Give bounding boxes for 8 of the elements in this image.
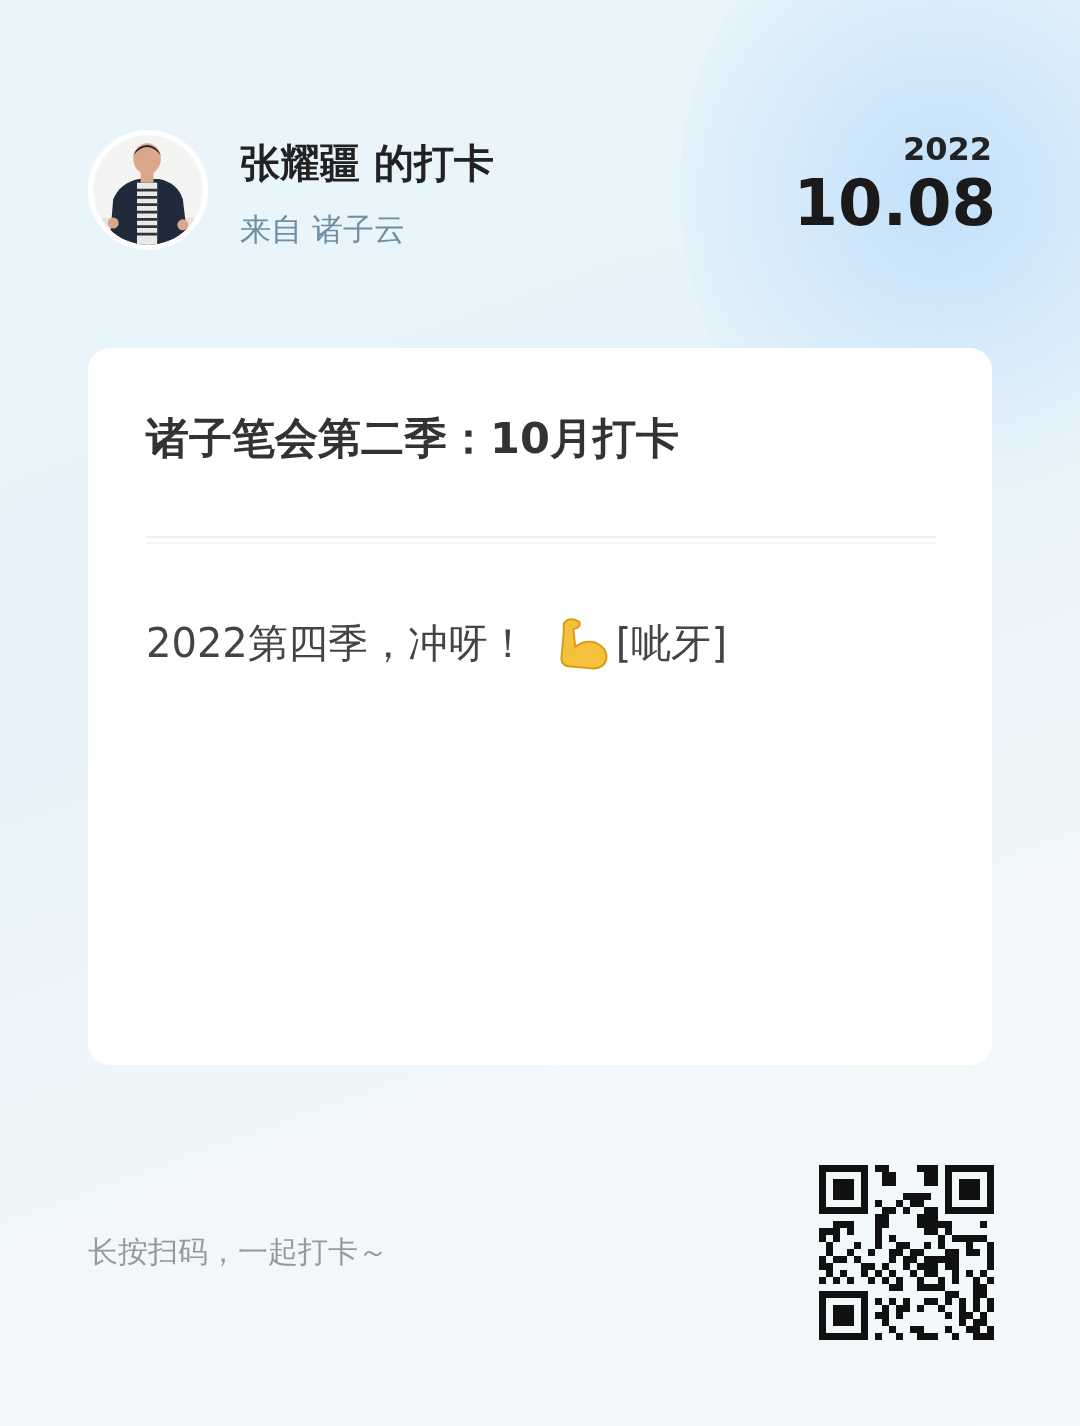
date-label: 10.08 — [793, 168, 996, 239]
user-name: 张耀疆 的打卡 — [240, 139, 494, 188]
source-label: 来自 诸子云 — [240, 210, 406, 249]
emoticon-code: [呲牙] — [615, 618, 727, 668]
scan-hint: 长按扫码，一起打卡～ — [88, 1233, 388, 1271]
year-label: 2022 — [901, 130, 992, 168]
post-text: 2022第四季，冲呀！ — [146, 618, 528, 668]
card-title: 诸子笔会第二季：10月打卡 — [146, 412, 680, 465]
